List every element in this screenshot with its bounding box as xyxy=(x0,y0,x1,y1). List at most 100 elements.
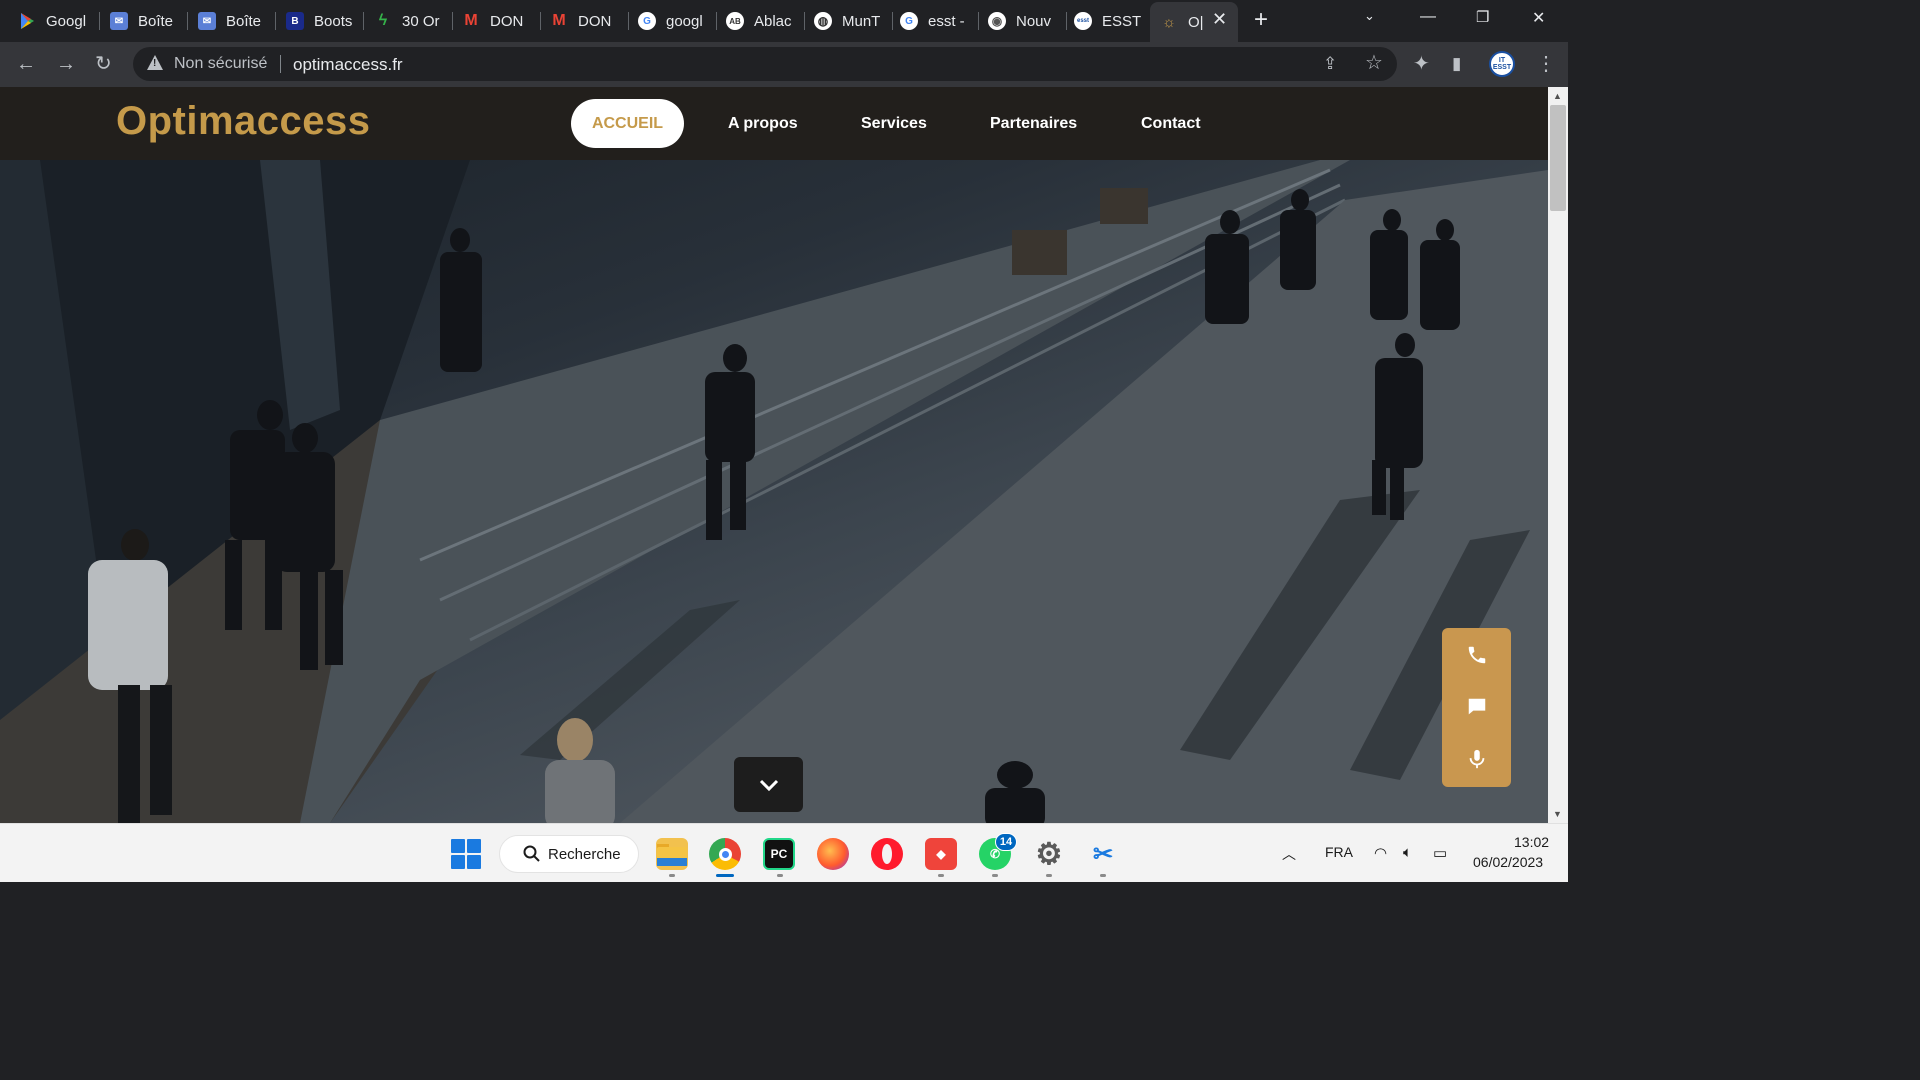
close-tab-icon[interactable]: ✕ xyxy=(1212,9,1227,30)
tab-title: Boîte xyxy=(226,12,262,30)
page-scrollbar[interactable]: ▲ ▼ xyxy=(1548,87,1568,823)
file-explorer-icon[interactable] xyxy=(656,838,688,870)
chat-button[interactable] xyxy=(1442,681,1511,733)
firefox-icon[interactable] xyxy=(817,838,849,870)
tab-divider xyxy=(99,12,100,30)
browser-tab[interactable]: B Boots xyxy=(286,4,356,38)
clock-date[interactable]: 06/02/2023 xyxy=(1473,854,1543,870)
contact-widget xyxy=(1442,628,1511,787)
address-bar[interactable]: Non sécurisé optimaccess.fr ⇪ ☆ xyxy=(133,47,1397,81)
gmail-icon: M xyxy=(552,12,566,29)
tab-title: googl xyxy=(666,12,703,30)
settings-icon[interactable]: ⚙ xyxy=(1033,838,1065,871)
search-label: Recherche xyxy=(548,846,621,863)
search-icon xyxy=(523,845,540,862)
browser-tab[interactable]: G googl xyxy=(638,4,708,38)
tab-title: Nouv xyxy=(1016,12,1052,30)
browser-tab[interactable]: ϟ 30 Or xyxy=(374,4,444,38)
forward-icon[interactable]: → xyxy=(56,52,76,76)
tab-divider xyxy=(978,12,979,30)
leaf-icon: ϟ xyxy=(378,12,388,29)
phone-icon xyxy=(1468,646,1485,664)
google-icon: G xyxy=(900,12,918,30)
chrome-icon[interactable] xyxy=(709,838,741,870)
browser-tab[interactable]: AB Ablac xyxy=(726,4,796,38)
site-logo[interactable]: Optimaccess xyxy=(116,99,371,144)
back-icon[interactable]: ← xyxy=(16,52,36,76)
browser-tab[interactable]: ◉ Nouv xyxy=(988,4,1058,38)
side-panel-icon[interactable]: ▮ xyxy=(1452,52,1461,76)
running-indicator xyxy=(1046,874,1052,877)
nav-services[interactable]: Services xyxy=(861,115,927,133)
taskbar-search[interactable]: Recherche xyxy=(499,835,639,873)
browser-tab[interactable]: Googl xyxy=(18,4,92,38)
extensions-icon[interactable]: ✦ xyxy=(1413,52,1430,76)
volume-icon[interactable]: 🔈︎ xyxy=(1403,844,1412,861)
running-indicator xyxy=(938,874,944,877)
hero-photo-illustration xyxy=(0,160,1548,823)
active-indicator xyxy=(716,874,734,877)
tab-title: Googl xyxy=(46,12,87,30)
url-text[interactable]: optimaccess.fr xyxy=(293,55,403,75)
start-button[interactable] xyxy=(451,839,481,869)
reload-icon[interactable]: ↻ xyxy=(95,52,112,76)
call-button[interactable] xyxy=(1442,629,1511,681)
tab-divider xyxy=(363,12,364,30)
menu-dots-icon[interactable]: ⋮ xyxy=(1536,52,1556,76)
tab-search-icon[interactable]: ⌄ xyxy=(1364,8,1375,24)
google-play-icon xyxy=(18,12,36,30)
tab-title: DON xyxy=(578,12,612,30)
clock-time[interactable]: 13:02 xyxy=(1514,834,1549,850)
gmail-icon: M xyxy=(464,12,478,29)
scrollbar-thumb[interactable] xyxy=(1550,105,1566,211)
scroll-up-arrow-icon[interactable]: ▲ xyxy=(1553,91,1562,101)
nav-contact[interactable]: Contact xyxy=(1141,115,1201,133)
new-tab-button[interactable]: + xyxy=(1254,8,1268,32)
globe-icon: ◍ xyxy=(814,12,832,30)
browser-tab[interactable]: M DON xyxy=(550,4,620,38)
nav-accueil[interactable]: ACCUEIL xyxy=(571,99,684,148)
browser-tab[interactable]: M DON xyxy=(462,4,532,38)
mail-icon: ✉ xyxy=(110,12,128,30)
google-icon: G xyxy=(638,12,656,30)
battery-icon[interactable]: ▭ xyxy=(1433,844,1447,862)
browser-tab[interactable]: G esst - xyxy=(900,4,970,38)
tab-title: ESST xyxy=(1102,12,1142,30)
browser-tab[interactable]: ✉ Boîte xyxy=(198,4,268,38)
chrome-icon: ◉ xyxy=(988,12,1006,30)
running-indicator xyxy=(1100,874,1106,877)
voice-button[interactable] xyxy=(1442,733,1511,785)
bookmark-star-icon[interactable]: ☆ xyxy=(1365,51,1383,75)
tab-divider xyxy=(892,12,893,30)
minimize-icon[interactable]: — xyxy=(1420,8,1436,26)
running-indicator xyxy=(777,874,783,877)
hero-image xyxy=(0,160,1548,823)
opera-icon[interactable] xyxy=(871,838,903,870)
profile-avatar[interactable]: IT ESST xyxy=(1489,51,1515,77)
close-window-icon[interactable]: ✕ xyxy=(1532,8,1545,28)
nav-a-propos[interactable]: A propos xyxy=(728,115,798,133)
scroll-down-arrow-icon[interactable]: ▼ xyxy=(1553,809,1562,819)
warning-icon[interactable] xyxy=(147,55,163,70)
browser-tab[interactable]: ✉ Boîte xyxy=(110,4,180,38)
browser-tab[interactable]: ◍ MunT xyxy=(814,4,884,38)
security-status[interactable]: Non sécurisé xyxy=(174,55,267,73)
tab-divider xyxy=(628,12,629,30)
show-hidden-icons-icon[interactable]: ︿ xyxy=(1282,844,1296,864)
snipping-tool-icon[interactable]: ✂ xyxy=(1087,838,1119,870)
browser-tab[interactable]: esst ESST xyxy=(1074,4,1144,38)
anydesk-icon[interactable]: ◆ xyxy=(925,838,957,870)
omnibox-divider xyxy=(280,55,281,73)
wifi-icon[interactable]: ◠ xyxy=(1374,844,1387,862)
pycharm-icon[interactable]: PC xyxy=(763,838,795,870)
ab-icon: AB xyxy=(726,12,744,30)
nav-partenaires[interactable]: Partenaires xyxy=(990,115,1077,133)
restore-icon[interactable]: ❐ xyxy=(1476,8,1489,26)
optimaccess-icon: ☼ xyxy=(1162,13,1176,31)
tab-divider xyxy=(275,12,276,30)
tab-title: 30 Or xyxy=(402,12,440,30)
scroll-down-button[interactable] xyxy=(734,757,803,812)
share-icon[interactable]: ⇪ xyxy=(1323,52,1337,76)
language-indicator[interactable]: FRA xyxy=(1325,844,1353,860)
page-viewport: Optimaccess ACCUEIL A propos Services Pa… xyxy=(0,87,1548,823)
